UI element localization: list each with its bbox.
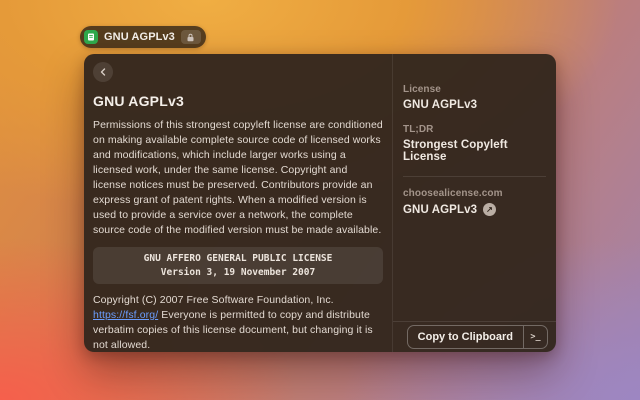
license-heading-line1: GNU AFFERO GENERAL PUBLIC LICENSE (99, 252, 377, 266)
site-meta-label: choosealicense.com (403, 188, 546, 199)
command-pill-label: GNU AGPLv3 (104, 31, 175, 43)
license-extension-icon (84, 30, 98, 44)
copyright-text: Copyright (C) 2007 Free Software Foundat… (93, 293, 383, 352)
site-link-label: GNU AGPLv3 (403, 204, 477, 216)
back-button[interactable] (93, 62, 113, 82)
license-meta-value: GNU AGPLv3 (403, 99, 546, 111)
copy-to-clipboard-button[interactable]: Copy to Clipboard >_ (407, 325, 548, 349)
metadata-list: License GNU AGPLv3 TL;DR Strongest Copyl… (393, 54, 556, 229)
back-chevron-icon (100, 68, 106, 76)
license-meta-label: License (403, 84, 546, 95)
lock-icon (181, 30, 201, 44)
external-link-icon: ↗ (483, 203, 496, 216)
site-link-row[interactable]: GNU AGPLv3 ↗ (403, 203, 546, 216)
license-detail-panel: GNU AGPLv3 Permissions of this strongest… (84, 54, 392, 352)
license-summary: Permissions of this strongest copyleft l… (93, 118, 383, 238)
tldr-meta-value: Strongest Copyleft License (403, 139, 546, 163)
tldr-meta-label: TL;DR (403, 124, 546, 135)
license-heading-block: GNU AFFERO GENERAL PUBLIC LICENSE Versio… (93, 247, 383, 284)
license-title: GNU AGPLv3 (93, 93, 383, 109)
copyright-prefix: Copyright (C) 2007 Free Software Foundat… (93, 294, 334, 306)
app-window: GNU AGPLv3 Permissions of this strongest… (84, 54, 556, 352)
terminal-prompt-icon: >_ (524, 326, 547, 348)
command-pill[interactable]: GNU AGPLv3 (80, 26, 206, 48)
action-bar: Copy to Clipboard >_ (393, 321, 556, 352)
fsf-link[interactable]: https://fsf.org/ (93, 309, 158, 321)
sidebar-divider (403, 176, 546, 177)
license-heading-line2: Version 3, 19 November 2007 (99, 266, 377, 280)
metadata-sidebar: License GNU AGPLv3 TL;DR Strongest Copyl… (393, 54, 556, 352)
copy-button-label: Copy to Clipboard (408, 326, 523, 348)
